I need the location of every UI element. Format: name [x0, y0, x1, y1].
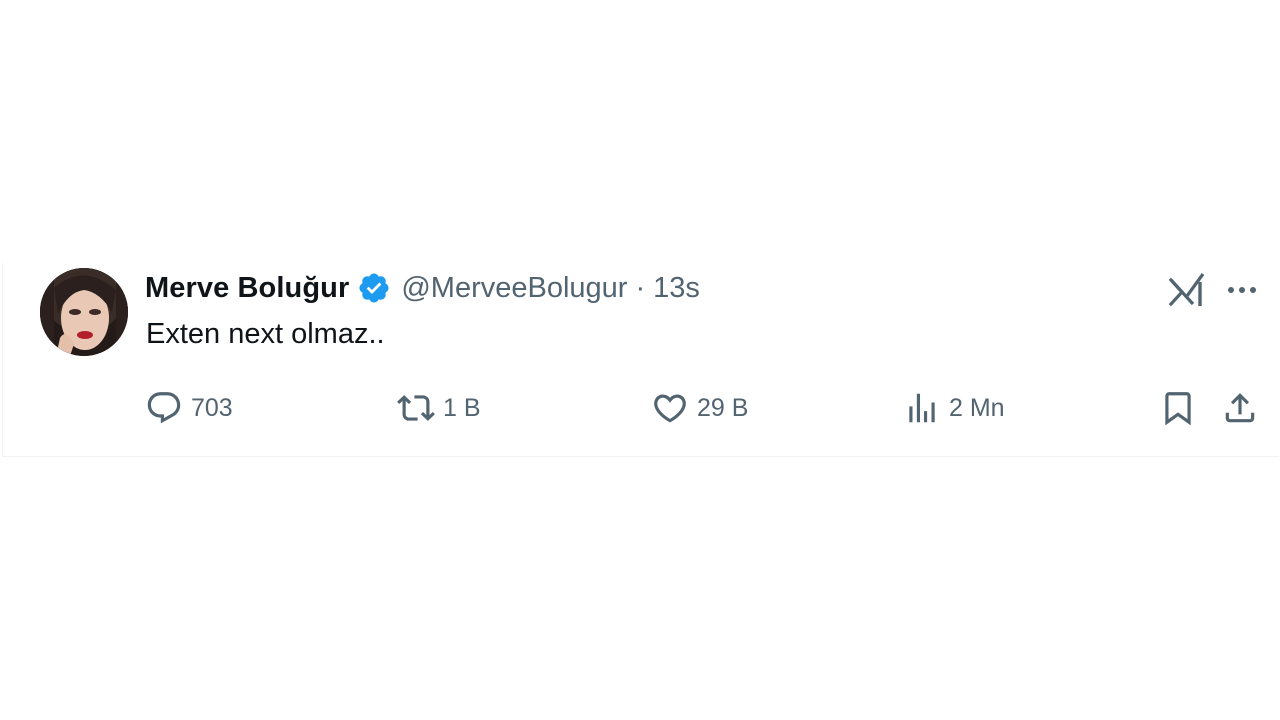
retweet-button[interactable]: 1 B — [397, 388, 481, 428]
avatar-image — [40, 268, 128, 356]
separator-dot: · — [635, 271, 646, 304]
views-count: 2 Mn — [949, 393, 1005, 422]
tweet-header: Merve Boluğur @MerveeBolugur · 13s — [145, 270, 700, 306]
display-name[interactable]: Merve Boluğur — [145, 272, 349, 305]
retweet-count: 1 B — [443, 393, 481, 422]
user-handle[interactable]: @MerveeBolugur — [401, 272, 627, 305]
reply-count: 703 — [191, 393, 233, 422]
timestamp[interactable]: 13s — [653, 272, 700, 305]
like-count: 29 B — [697, 393, 749, 422]
more-dots-icon[interactable] — [1223, 272, 1263, 308]
reply-button[interactable]: 703 — [145, 388, 233, 428]
grok-icon[interactable] — [1167, 270, 1207, 310]
bookmark-icon — [1159, 389, 1197, 427]
retweet-icon — [397, 389, 435, 427]
share-icon — [1221, 389, 1259, 427]
share-button[interactable] — [1221, 388, 1259, 428]
like-button[interactable]: 29 B — [651, 388, 748, 428]
views-chart-icon — [903, 389, 941, 427]
avatar[interactable] — [40, 268, 128, 356]
tweet-text: Exten next olmaz.. — [146, 318, 385, 350]
heart-icon — [651, 389, 689, 427]
tweet-card[interactable]: Merve Boluğur @MerveeBolugur · 13s Exten… — [2, 262, 1279, 457]
bookmark-button[interactable] — [1159, 388, 1197, 428]
views-button[interactable]: 2 Mn — [903, 388, 1005, 428]
reply-icon — [145, 389, 183, 427]
verified-badge-icon[interactable] — [357, 271, 391, 305]
